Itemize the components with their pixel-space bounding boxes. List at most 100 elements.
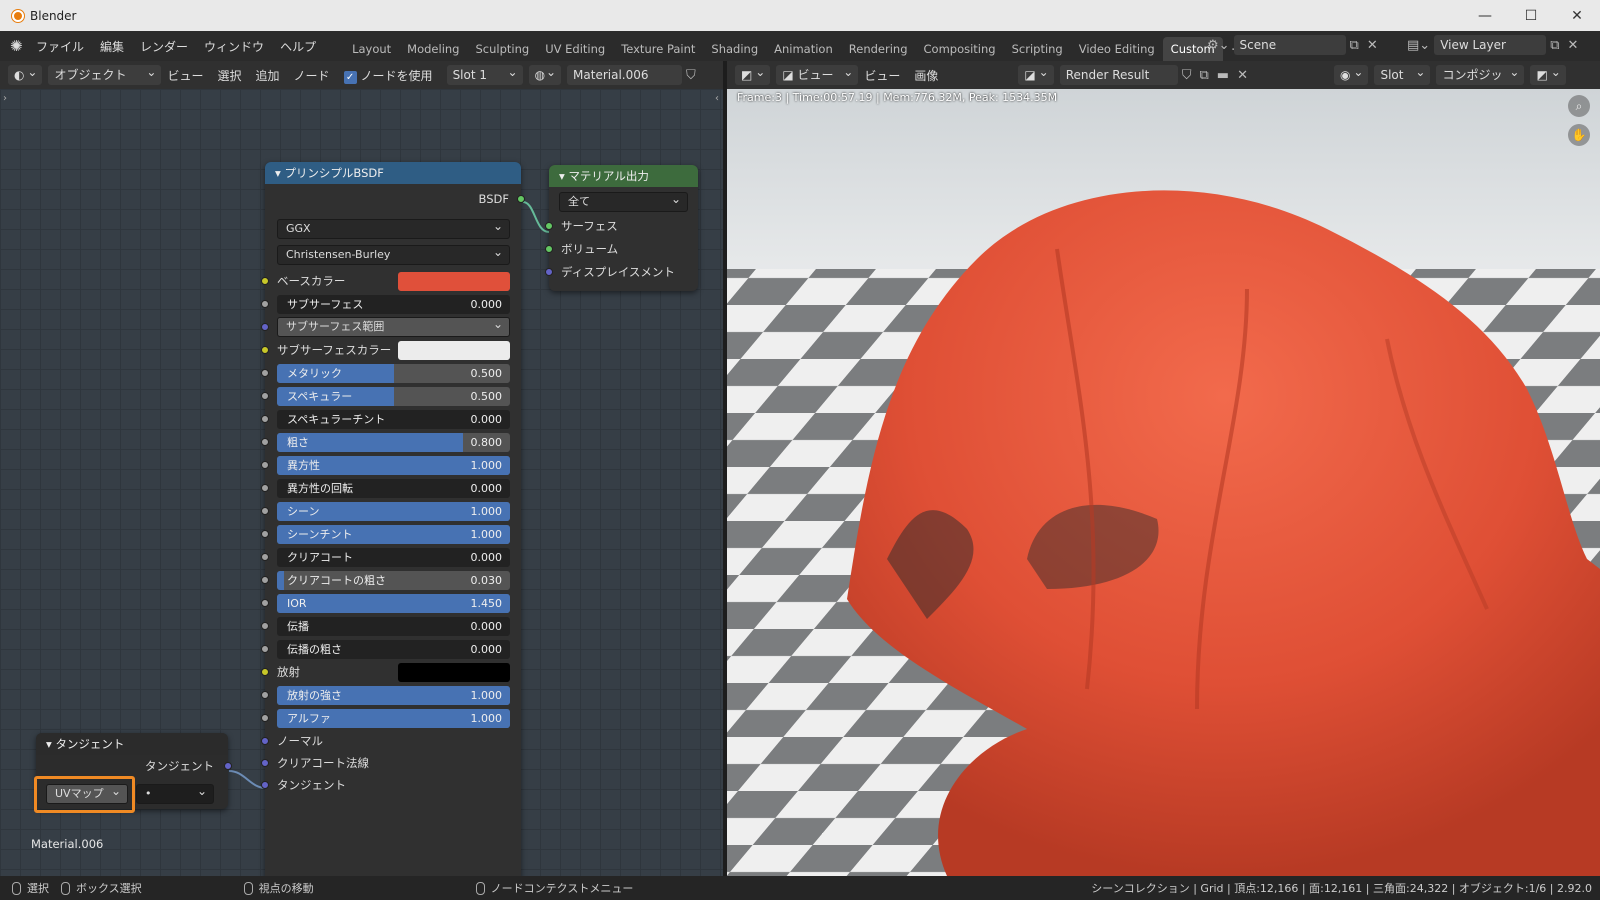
output-target-dropdown[interactable]: 全て bbox=[559, 190, 688, 212]
subsurface-radius-socket[interactable] bbox=[261, 323, 269, 331]
editor-type-dropdown[interactable]: ◐ bbox=[8, 62, 43, 85]
sheen-field[interactable]: シーン 1.000 bbox=[277, 502, 510, 521]
view-layer-icon[interactable]: ▤⌄ bbox=[1407, 38, 1430, 53]
display-channels-dropdown[interactable]: ◉ bbox=[1333, 62, 1369, 85]
render-result-viewport[interactable]: Frame:3 | Time:00:57.19 | Mem:776.32M, P… bbox=[727, 89, 1600, 876]
view-mode-dropdown[interactable]: ◪ ビュー bbox=[776, 62, 859, 85]
tab-scripting[interactable]: Scripting bbox=[1004, 37, 1071, 61]
bsdf-node-header[interactable]: ▾ プリンシプルBSDF bbox=[265, 162, 521, 184]
sheen-tint-field[interactable]: シーンチント 1.000 bbox=[277, 525, 510, 544]
material-output-node[interactable]: ▾ マテリアル出力 全て サーフェス ボリューム ディスプレイスメント bbox=[545, 165, 698, 291]
unlink-image-icon[interactable]: ✕ bbox=[1237, 68, 1248, 83]
new-image-icon[interactable]: ⧉ bbox=[1199, 68, 1208, 83]
subsurface-color-socket[interactable] bbox=[261, 346, 269, 354]
menu-file[interactable]: ファイル bbox=[36, 38, 84, 55]
fake-user-shield-icon[interactable]: ⛉ bbox=[686, 68, 696, 83]
tangent-output-socket[interactable] bbox=[224, 762, 232, 770]
anisotropic-field[interactable]: 異方性 1.000 bbox=[277, 456, 510, 475]
material-name-field[interactable]: Material.006 bbox=[567, 65, 683, 85]
clearcoat-field-socket[interactable] bbox=[261, 553, 269, 561]
tangent-node-header[interactable]: ▾ タンジェント bbox=[36, 733, 228, 755]
tab-sculpting[interactable]: Sculpting bbox=[467, 37, 537, 61]
tab-texture-paint[interactable]: Texture Paint bbox=[613, 37, 703, 61]
transmission-roughness-field[interactable]: 伝播の粗さ 0.000 bbox=[277, 640, 510, 659]
emission-strength-field-socket[interactable] bbox=[261, 691, 269, 699]
open-image-folder-icon[interactable]: ▬ bbox=[1217, 68, 1229, 83]
render-slot-dropdown[interactable]: Slot 1 bbox=[1374, 62, 1431, 102]
specular-field-socket[interactable] bbox=[261, 392, 269, 400]
clearcoat-roughness-field-socket[interactable] bbox=[261, 576, 269, 584]
image-name-field[interactable]: Render Result bbox=[1059, 65, 1178, 85]
menu-image[interactable]: 画像 bbox=[914, 67, 938, 84]
delete-scene-icon[interactable]: ✕ bbox=[1367, 38, 1378, 53]
tangent-socket[interactable] bbox=[261, 781, 269, 789]
render-pass-dropdown[interactable]: コンポジット bbox=[1436, 62, 1525, 102]
tab-layout[interactable]: Layout bbox=[344, 37, 399, 61]
maximize-button[interactable]: ☐ bbox=[1508, 0, 1554, 31]
zoom-icon[interactable]: ⌕ bbox=[1568, 95, 1590, 117]
sheen-field-socket[interactable] bbox=[261, 507, 269, 515]
volume-input-socket[interactable] bbox=[545, 245, 553, 253]
ior-field-socket[interactable] bbox=[261, 599, 269, 607]
sheen-tint-field-socket[interactable] bbox=[261, 530, 269, 538]
ior-field[interactable]: IOR 1.450 bbox=[277, 594, 510, 613]
tab-modeling[interactable]: Modeling bbox=[399, 37, 467, 61]
base-color-swatch[interactable] bbox=[398, 272, 510, 291]
roughness-field[interactable]: 粗さ 0.800 bbox=[277, 433, 510, 452]
anisotropic-field-socket[interactable] bbox=[261, 461, 269, 469]
displacement-input-socket[interactable] bbox=[545, 268, 553, 276]
anisotropic-rotation-field-socket[interactable] bbox=[261, 484, 269, 492]
specular-field[interactable]: スペキュラー 0.500 bbox=[277, 387, 510, 406]
subsurface-method-dropdown[interactable]: Christensen-Burley bbox=[277, 243, 510, 265]
alpha-field-socket[interactable] bbox=[261, 714, 269, 722]
editor-type-dropdown-image[interactable]: ◩ bbox=[735, 62, 771, 85]
menu-edit[interactable]: 編集 bbox=[100, 38, 124, 55]
material-browse-button[interactable]: ◍ bbox=[528, 62, 562, 85]
tab-uv-editing[interactable]: UV Editing bbox=[537, 37, 613, 61]
scene-icon[interactable]: ⚙⌄ bbox=[1207, 38, 1230, 53]
transmission-roughness-field-socket[interactable] bbox=[261, 645, 269, 653]
menu-window[interactable]: ウィンドウ bbox=[204, 38, 264, 55]
fake-user-shield-icon-2[interactable]: ⛉ bbox=[1182, 68, 1192, 83]
metallic-field-socket[interactable] bbox=[261, 369, 269, 377]
delete-view-layer-icon[interactable]: ✕ bbox=[1567, 38, 1578, 53]
object-mode-dropdown[interactable]: オブジェクト bbox=[48, 62, 162, 85]
surface-input-socket[interactable] bbox=[545, 222, 553, 230]
transmission-field-socket[interactable] bbox=[261, 622, 269, 630]
bsdf-output-socket[interactable] bbox=[517, 195, 525, 203]
specular-tint-field-socket[interactable] bbox=[261, 415, 269, 423]
scene-name-field[interactable]: Scene bbox=[1233, 35, 1346, 55]
tangent-mode-dropdown[interactable]: UVマップ bbox=[46, 782, 128, 804]
new-view-layer-icon[interactable]: ⧉ bbox=[1550, 38, 1559, 53]
menu-node[interactable]: ノード bbox=[294, 67, 330, 84]
uv-map-field[interactable]: • bbox=[136, 782, 214, 804]
gizmo-toggle-icon[interactable]: ◩ bbox=[1530, 62, 1566, 85]
menu-image-view[interactable]: ビュー bbox=[864, 67, 900, 84]
image-browse-button[interactable]: ◪ bbox=[1018, 62, 1054, 85]
emission-swatch[interactable] bbox=[398, 663, 510, 682]
transmission-field[interactable]: 伝播 0.000 bbox=[277, 617, 510, 636]
tab-shading[interactable]: Shading bbox=[703, 37, 766, 61]
anisotropic-rotation-field[interactable]: 異方性の回転 0.000 bbox=[277, 479, 510, 498]
tangent-node[interactable]: ▾ タンジェント タンジェント UVマップ • bbox=[34, 733, 232, 813]
tab-video-editing[interactable]: Video Editing bbox=[1071, 37, 1163, 61]
new-scene-icon[interactable]: ⧉ bbox=[1350, 38, 1359, 53]
subsurface-color-swatch[interactable] bbox=[398, 341, 510, 360]
pan-hand-icon[interactable]: ✋ bbox=[1568, 124, 1590, 146]
subsurface-radius-dropdown[interactable]: サブサーフェス範囲 bbox=[277, 315, 510, 337]
distribution-dropdown[interactable]: GGX bbox=[277, 217, 510, 239]
menu-help[interactable]: ヘルプ bbox=[280, 38, 316, 55]
menu-render[interactable]: レンダー bbox=[140, 38, 188, 55]
metallic-field[interactable]: メタリック 0.500 bbox=[277, 364, 510, 383]
roughness-field-socket[interactable] bbox=[261, 438, 269, 446]
blender-menu-icon[interactable]: ✺ bbox=[10, 37, 28, 55]
view-layer-field[interactable]: View Layer bbox=[1434, 35, 1547, 55]
clearcoat-normal-socket[interactable] bbox=[261, 759, 269, 767]
use-nodes-checkbox[interactable]: ✓ ノードを使用 bbox=[343, 67, 433, 84]
normal-socket[interactable] bbox=[261, 737, 269, 745]
output-node-header[interactable]: ▾ マテリアル出力 bbox=[549, 165, 698, 187]
subsurface-field-socket[interactable] bbox=[261, 300, 269, 308]
tab-compositing[interactable]: Compositing bbox=[916, 37, 1004, 61]
clearcoat-roughness-field[interactable]: クリアコートの粗さ 0.030 bbox=[277, 571, 510, 590]
principled-bsdf-node[interactable]: ▾ プリンシプルBSDF BSDF GGX Christensen-Burley… bbox=[261, 162, 525, 876]
